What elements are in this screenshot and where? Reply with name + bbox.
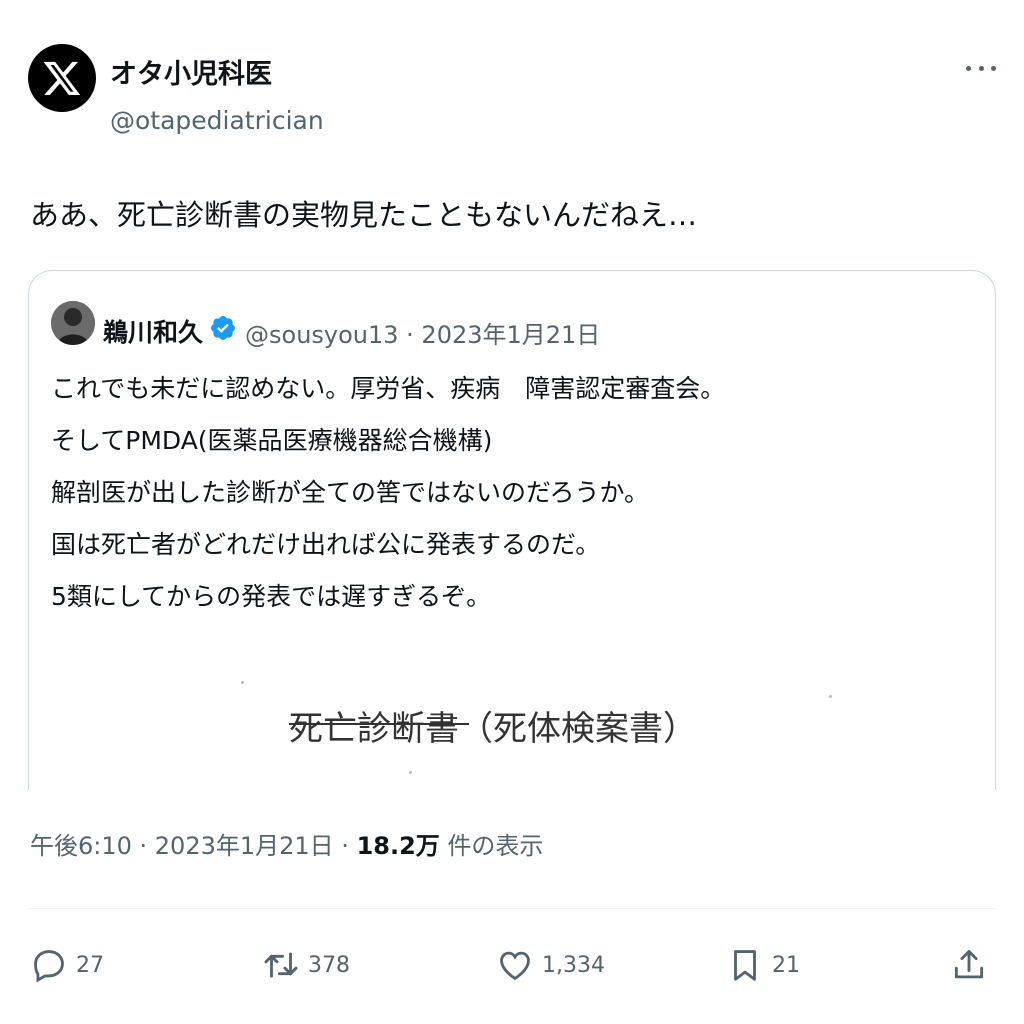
quoted-text: これでも未だに認めない。厚労省、疾病 障害認定審査会。 そしてPMDA(医薬品医… [51, 363, 725, 623]
quoted-line: これでも未だに認めない。厚労省、疾病 障害認定審査会。 [51, 374, 726, 403]
more-dot [991, 65, 996, 71]
quoted-line: 5類にしてからの発表では遅すぎるぞ。 [51, 582, 492, 611]
view-count: 18.2万 [356, 832, 440, 860]
bookmark-icon [734, 950, 756, 981]
bookmark-count: 21 [772, 952, 800, 978]
action-bar: 27 378 1,334 21 [30, 940, 994, 1004]
divider [28, 908, 996, 909]
repost-icon [264, 952, 298, 978]
quoted-line: 解剖医が出した診断が全ての筈ではないのだろうか。 [51, 478, 650, 507]
author-avatar[interactable] [28, 44, 96, 112]
reply-button[interactable]: 27 [30, 946, 104, 984]
tweet-time-date[interactable]: 午後6:10 · 2023年1月21日 · [30, 832, 357, 860]
quoted-line: そしてPMDA(医薬品医療機器総合機構) [51, 426, 493, 455]
view-label: 件の表示 [439, 832, 544, 860]
repost-count: 378 [308, 952, 350, 978]
tweet-header: オタ小児科医 @otapediatrician [28, 44, 996, 144]
author-display-name[interactable]: オタ小児科医 [110, 52, 272, 91]
quoted-tweet[interactable]: 鵜川和久 @sousyou13 · 2023年1月21日 これでも未だに認めない… [28, 270, 996, 790]
image-speck [409, 771, 412, 774]
x-logo-icon [43, 61, 81, 95]
like-button[interactable]: 1,334 [496, 946, 605, 984]
bookmark-button[interactable]: 21 [726, 946, 800, 984]
quoted-author-name[interactable]: 鵜川和久 [103, 313, 203, 349]
more-options-icon[interactable] [966, 58, 996, 78]
image-speck [829, 695, 832, 698]
reply-count: 27 [76, 952, 104, 978]
strikethrough-line [289, 723, 469, 725]
tweet-meta: 午後6:10 · 2023年1月21日 · 18.2万 件の表示 [30, 826, 543, 861]
quoted-author-avatar[interactable] [51, 301, 95, 345]
verified-badge-icon [211, 316, 235, 340]
share-button[interactable] [950, 946, 996, 984]
repost-button[interactable]: 378 [262, 946, 350, 984]
reply-icon [34, 950, 64, 983]
share-icon [954, 950, 984, 979]
quoted-line: 国は死亡者がどれだけ出れば公に発表するのだ。 [51, 530, 601, 559]
image-document-title: 死亡診断書（死体検案書） [289, 709, 697, 749]
quoted-image[interactable]: 死亡診断書（死体検案書） [29, 651, 995, 790]
image-speck [241, 681, 244, 684]
quoted-meta: @sousyou13 · 2023年1月21日 [245, 321, 601, 349]
more-dot [966, 65, 971, 71]
tweet-text: ああ、死亡診断書の実物見たこともないんだねえ… [30, 198, 698, 232]
author-handle[interactable]: @otapediatrician [110, 106, 324, 135]
avatar-photo-icon [51, 301, 95, 345]
heart-icon [500, 951, 530, 981]
more-dot [978, 65, 984, 71]
like-count: 1,334 [542, 952, 605, 978]
